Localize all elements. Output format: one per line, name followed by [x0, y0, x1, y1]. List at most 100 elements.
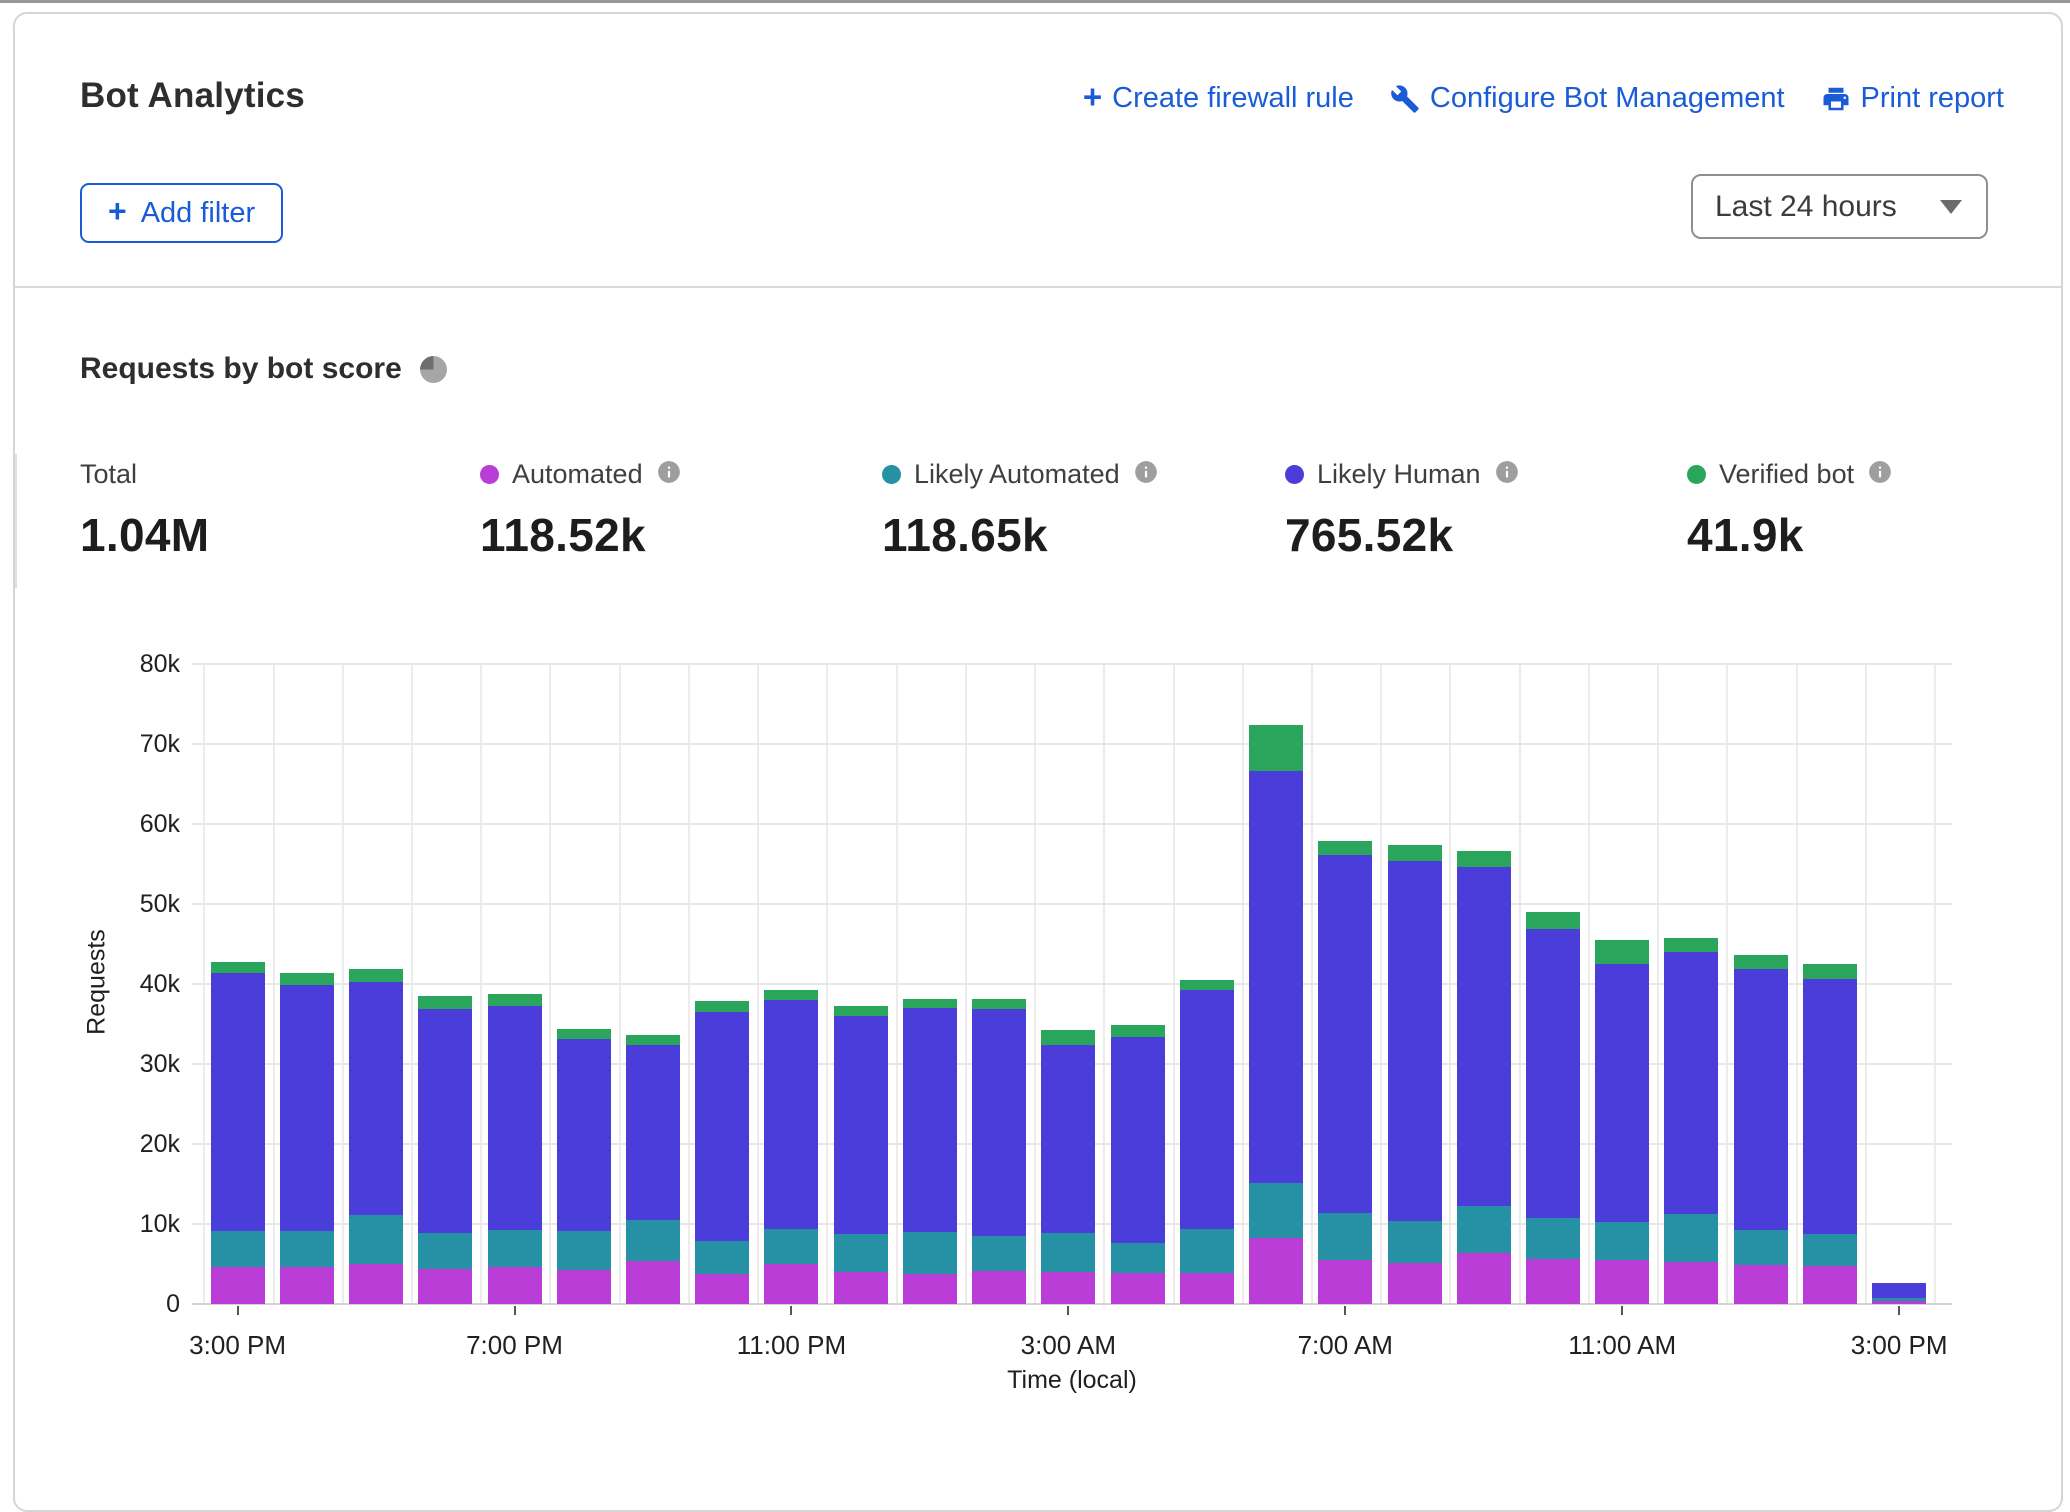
legend-dot [480, 465, 499, 484]
bar-segment-verified-bot [488, 994, 542, 1006]
bar-600am[interactable] [1249, 725, 1303, 1304]
bar-segment-verified-bot [1526, 912, 1580, 929]
bar-segment-verified-bot [280, 973, 334, 985]
bar-800am[interactable] [1388, 845, 1442, 1304]
bar-segment-verified-bot [834, 1006, 888, 1016]
bar-1000am[interactable] [1526, 912, 1580, 1304]
requests-by-bot-score-chart[interactable] [192, 664, 1952, 1304]
info-icon[interactable] [656, 459, 682, 490]
bar-500am[interactable] [1180, 980, 1234, 1304]
gridline [192, 903, 1952, 905]
info-icon[interactable] [1133, 459, 1159, 490]
time-range-value: Last 24 hours [1715, 190, 1897, 224]
x-tick [514, 1306, 516, 1315]
bar-400pm[interactable] [280, 973, 334, 1304]
bar-segment-likely-human [1249, 771, 1303, 1183]
stat-total: Total 1.04M [80, 458, 209, 562]
bar-segment-likely-human [1734, 969, 1788, 1231]
stat-likely-automated: Likely Automated 118.65k [882, 458, 1159, 562]
bar-segment-verified-bot [1664, 938, 1718, 952]
gridline [192, 823, 1952, 825]
bar-700pm[interactable] [488, 994, 542, 1304]
y-tick-label: 40k [15, 969, 180, 999]
bar-segment-likely-human [834, 1016, 888, 1234]
bar-600pm[interactable] [418, 996, 472, 1304]
bar-100pm[interactable] [1734, 955, 1788, 1304]
print-report-link[interactable]: Print report [1821, 82, 2004, 115]
bar-segment-likely-automated [557, 1231, 611, 1270]
x-tick-label: 7:00 PM [425, 1330, 605, 1361]
bar-200pm[interactable] [1803, 964, 1857, 1304]
legend-dot [882, 465, 901, 484]
configure-bot-management-link[interactable]: Configure Bot Management [1390, 82, 1785, 115]
bar-1200am[interactable] [834, 1006, 888, 1304]
bar-segment-likely-human [1595, 964, 1649, 1222]
bar-segment-likely-automated [418, 1233, 472, 1269]
bar-1000pm[interactable] [695, 1001, 749, 1304]
bar-700am[interactable] [1318, 841, 1372, 1304]
bar-900am[interactable] [1457, 851, 1511, 1304]
bar-segment-likely-automated [1457, 1206, 1511, 1252]
bar-segment-likely-human [1111, 1037, 1165, 1243]
info-icon[interactable] [1494, 459, 1520, 490]
stat-label: Automated [512, 459, 643, 490]
bar-segment-automated [764, 1264, 818, 1304]
bar-100am[interactable] [903, 999, 957, 1304]
bar-segment-likely-automated [1388, 1221, 1442, 1263]
bar-300am[interactable] [1041, 1030, 1095, 1304]
bar-segment-automated [1041, 1272, 1095, 1304]
bar-segment-automated [1388, 1263, 1442, 1304]
bar-segment-likely-human [1318, 855, 1372, 1213]
bar-segment-automated [1318, 1260, 1372, 1304]
bar-800pm[interactable] [557, 1029, 611, 1304]
bar-segment-verified-bot [1318, 841, 1372, 855]
bar-segment-verified-bot [1388, 845, 1442, 861]
stat-automated: Automated 118.52k [480, 458, 682, 562]
bar-segment-likely-human [280, 985, 334, 1231]
bar-segment-automated [834, 1272, 888, 1304]
bar-1200pm[interactable] [1664, 938, 1718, 1304]
bot-analytics-card: Bot Analytics + Create firewall rule Con… [13, 12, 2063, 1512]
bar-1100pm[interactable] [764, 990, 818, 1304]
bar-500pm[interactable] [349, 969, 403, 1304]
info-icon[interactable] [1867, 459, 1893, 490]
bar-segment-likely-human [1041, 1045, 1095, 1233]
time-range-select[interactable]: Last 24 hours [1691, 174, 1988, 239]
bar-segment-verified-bot [903, 999, 957, 1008]
plus-icon: + [108, 195, 127, 227]
bar-segment-automated [695, 1274, 749, 1304]
bar-segment-automated [1803, 1266, 1857, 1304]
bar-segment-likely-automated [1318, 1213, 1372, 1260]
bar-200am[interactable] [972, 999, 1026, 1304]
bar-segment-automated [1526, 1259, 1580, 1304]
bar-segment-likely-automated [764, 1229, 818, 1264]
x-tick [1067, 1306, 1069, 1315]
x-tick [1898, 1306, 1900, 1315]
bar-300pm[interactable] [211, 962, 265, 1304]
create-firewall-rule-link[interactable]: + Create firewall rule [1083, 82, 1354, 115]
bar-segment-automated [418, 1269, 472, 1304]
bar-segment-verified-bot [418, 996, 472, 1009]
x-tick-label: 3:00 PM [148, 1330, 328, 1361]
create-firewall-rule-label: Create firewall rule [1112, 82, 1354, 115]
bar-segment-automated [557, 1270, 611, 1304]
bar-segment-automated [488, 1267, 542, 1304]
add-filter-label: Add filter [141, 197, 255, 230]
bar-1100am[interactable] [1595, 940, 1649, 1304]
y-tick-label: 30k [15, 1049, 180, 1079]
bar-300pm[interactable] [1872, 1283, 1926, 1304]
bar-segment-automated [1664, 1262, 1718, 1304]
bar-400am[interactable] [1111, 1025, 1165, 1304]
bar-segment-likely-automated [211, 1231, 265, 1267]
x-tick [237, 1306, 239, 1315]
stat-value: 118.65k [882, 508, 1159, 562]
bar-segment-automated [626, 1261, 680, 1304]
bar-segment-likely-automated [1041, 1233, 1095, 1272]
bar-segment-verified-bot [1249, 725, 1303, 771]
add-filter-button[interactable]: + Add filter [80, 183, 283, 243]
section-title: Requests by bot score [80, 352, 402, 386]
bar-segment-automated [1249, 1238, 1303, 1304]
bar-segment-likely-human [1872, 1283, 1926, 1298]
bar-segment-automated [903, 1274, 957, 1304]
bar-900pm[interactable] [626, 1035, 680, 1304]
